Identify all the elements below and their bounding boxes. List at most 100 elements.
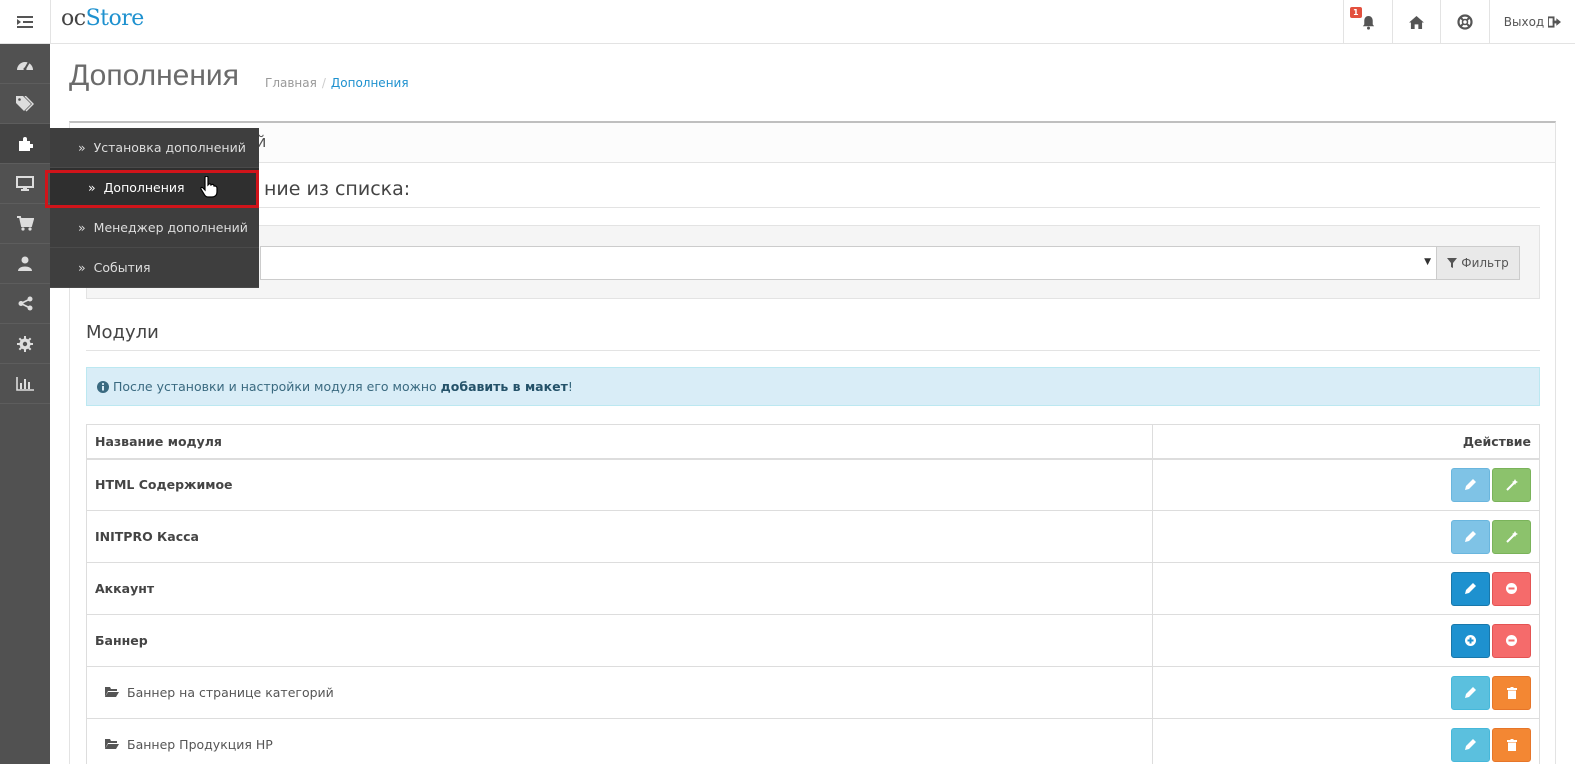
bell-icon bbox=[1362, 15, 1374, 30]
actions-cell bbox=[1152, 718, 1540, 764]
cog-icon bbox=[17, 335, 33, 352]
trash-icon bbox=[1506, 738, 1517, 751]
table-row: Баннер на странице категорий bbox=[86, 666, 1540, 719]
uninstall-button[interactable] bbox=[1492, 623, 1531, 658]
cart-icon bbox=[16, 216, 34, 231]
delete-button[interactable] bbox=[1492, 727, 1531, 762]
notifications-button[interactable]: 1 bbox=[1343, 0, 1392, 44]
edit-button[interactable] bbox=[1451, 675, 1490, 710]
sidebar-item-design[interactable] bbox=[0, 164, 50, 204]
magic-wand-icon bbox=[1505, 478, 1518, 491]
breadcrumb-current[interactable]: Дополнения bbox=[331, 76, 409, 90]
life-ring-icon bbox=[1457, 14, 1473, 30]
double-chevron-right-icon: » bbox=[78, 140, 86, 155]
modules-title: Модули bbox=[86, 322, 1540, 351]
install-button[interactable] bbox=[1492, 519, 1531, 554]
edit-button[interactable] bbox=[1451, 727, 1490, 762]
sidebar-item-catalog[interactable] bbox=[0, 84, 50, 124]
install-button[interactable] bbox=[1492, 467, 1531, 502]
trash-icon bbox=[1506, 686, 1517, 699]
table-row: Баннер Продукция НР bbox=[86, 718, 1540, 764]
menu-toggle-button[interactable] bbox=[0, 0, 51, 44]
breadcrumb-home[interactable]: Главная bbox=[265, 76, 317, 90]
sidebar-item-reports[interactable] bbox=[0, 364, 50, 404]
sign-out-icon bbox=[1548, 16, 1562, 28]
table-header-row: Название модуля Действие bbox=[86, 424, 1540, 460]
top-header: ocStore 1 Выход bbox=[0, 0, 1575, 44]
bar-chart-icon bbox=[16, 376, 34, 391]
flyout-item-events[interactable]: » События bbox=[50, 248, 259, 288]
magic-wand-icon bbox=[1505, 530, 1518, 543]
hand-cursor-icon bbox=[200, 176, 218, 198]
actions-cell bbox=[1152, 458, 1540, 511]
flyout-item-label: Менеджер дополнений bbox=[93, 220, 248, 235]
extension-type-select[interactable]: ▼ bbox=[260, 246, 1437, 280]
edit-button[interactable] bbox=[1451, 519, 1490, 554]
sidebar-item-marketing[interactable] bbox=[0, 284, 50, 324]
table-row: INITPRO Касса bbox=[86, 510, 1540, 563]
logo-oc: oc bbox=[61, 6, 86, 31]
pencil-icon bbox=[1465, 583, 1476, 594]
highlight-box bbox=[45, 170, 259, 208]
filter-button[interactable]: Фильтр bbox=[1436, 246, 1520, 280]
actions-cell bbox=[1152, 614, 1540, 667]
sidebar-item-extensions[interactable] bbox=[0, 124, 50, 164]
pencil-icon bbox=[1465, 739, 1476, 750]
flyout-item-label: Установка дополнений bbox=[93, 140, 246, 155]
add-module-button[interactable] bbox=[1451, 623, 1490, 658]
help-button[interactable] bbox=[1440, 0, 1489, 44]
flyout-item-installer[interactable]: » Установка дополнений bbox=[50, 128, 259, 168]
minus-circle-icon bbox=[1506, 635, 1517, 646]
puzzle-icon bbox=[19, 136, 33, 151]
pencil-icon bbox=[1465, 687, 1476, 698]
page-title: Дополнения bbox=[69, 59, 239, 92]
share-icon bbox=[18, 296, 32, 311]
logo[interactable]: ocStore bbox=[61, 6, 144, 31]
column-header-name: Название модуля bbox=[86, 424, 1153, 460]
actions-cell bbox=[1152, 666, 1540, 719]
folder-open-icon bbox=[105, 737, 119, 752]
edit-button[interactable] bbox=[1451, 571, 1490, 606]
edit-button[interactable] bbox=[1451, 467, 1490, 502]
modules-table: Название модуля Действие HTML Содержимое… bbox=[86, 424, 1540, 764]
home-button[interactable] bbox=[1392, 0, 1440, 44]
tags-icon bbox=[16, 95, 34, 112]
folder-open-icon bbox=[105, 685, 119, 700]
table-row: Аккаунт bbox=[86, 562, 1540, 615]
add-to-layout-link[interactable]: добавить в макет bbox=[441, 379, 568, 394]
flyout-item-label: События bbox=[93, 260, 151, 275]
home-icon bbox=[1409, 15, 1424, 29]
logout-label: Выход bbox=[1503, 15, 1545, 29]
double-chevron-right-icon: » bbox=[78, 260, 86, 275]
sidebar-item-dashboard[interactable] bbox=[0, 44, 50, 84]
pencil-icon bbox=[1465, 531, 1476, 542]
column-header-action: Действие bbox=[1152, 424, 1540, 460]
panel-heading: й bbox=[70, 123, 1555, 163]
filter-label: Фильтр bbox=[1461, 256, 1509, 270]
table-row: HTML Содержимое bbox=[86, 458, 1540, 511]
delete-button[interactable] bbox=[1492, 675, 1531, 710]
sidebar-item-system[interactable] bbox=[0, 324, 50, 364]
breadcrumb: Главная / Дополнения bbox=[265, 76, 409, 90]
flyout-item-manager[interactable]: » Менеджер дополнений bbox=[50, 208, 259, 248]
user-icon bbox=[18, 256, 32, 271]
info-alert: После установки и настройки модуля его м… bbox=[86, 367, 1540, 406]
sidebar-item-sales[interactable] bbox=[0, 204, 50, 244]
choose-extension-title: ние из списка: bbox=[86, 178, 1540, 208]
filter-well: ▼ Фильтр bbox=[86, 225, 1540, 299]
actions-cell bbox=[1152, 510, 1540, 563]
desktop-icon bbox=[16, 176, 34, 191]
extensions-flyout-menu: » Установка дополнений » Дополнения » Ме… bbox=[50, 128, 259, 288]
module-name: Аккаунт bbox=[86, 562, 1153, 615]
sidebar-item-customers[interactable] bbox=[0, 244, 50, 284]
module-name: INITPRO Касса bbox=[86, 510, 1153, 563]
pencil-icon bbox=[1465, 479, 1476, 491]
table-row: Баннер bbox=[86, 614, 1540, 667]
uninstall-button[interactable] bbox=[1492, 571, 1531, 606]
dashboard-icon bbox=[17, 61, 33, 70]
info-circle-icon bbox=[97, 380, 109, 393]
module-name: HTML Содержимое bbox=[86, 458, 1153, 511]
logout-button[interactable]: Выход bbox=[1489, 0, 1575, 44]
module-instance-name: Баннер на странице категорий bbox=[86, 666, 1153, 719]
alert-text: После установки и настройки модуля его м… bbox=[113, 379, 573, 394]
